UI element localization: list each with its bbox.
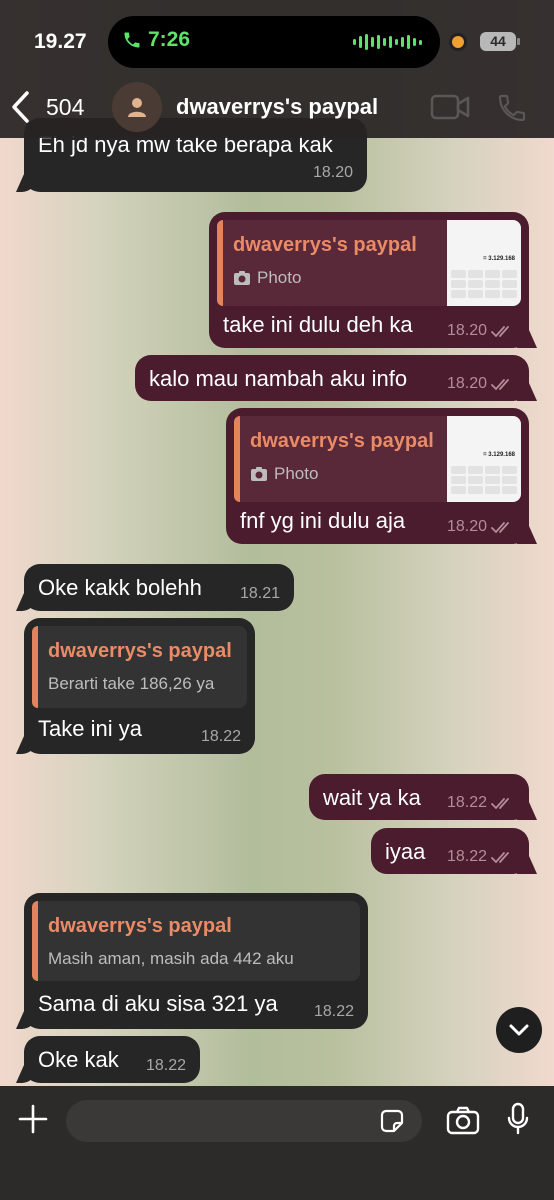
message-text: Sama di aku sisa 321 ya bbox=[38, 991, 278, 1016]
photo-thumbnail[interactable]: = 3.129.168 bbox=[447, 220, 521, 306]
read-ticks-icon bbox=[491, 326, 509, 338]
voice-call-icon[interactable] bbox=[496, 92, 528, 124]
message-bubble-outgoing[interactable]: kalo mau nambah aku info 18.20 bbox=[135, 355, 529, 401]
message-text: Oke kak bbox=[38, 1047, 119, 1072]
message-time: 18.22 bbox=[200, 728, 241, 745]
chevron-down-icon bbox=[509, 1024, 529, 1036]
unread-count: 504 bbox=[46, 93, 85, 120]
message-text: Take ini ya bbox=[38, 716, 142, 741]
message-time: 18.20 bbox=[447, 375, 515, 393]
message-bubble-incoming[interactable]: Oke kakk bolehh 18.21 bbox=[24, 564, 294, 611]
chevron-left-icon bbox=[12, 91, 29, 123]
microphone-icon[interactable] bbox=[506, 1102, 530, 1136]
photo-thumbnail[interactable]: = 3.129.168 bbox=[447, 416, 521, 502]
reply-quote[interactable]: dwaverrys's paypal Photo = 3.129.168 bbox=[217, 220, 521, 306]
mic-in-use-indicator bbox=[452, 36, 464, 48]
person-icon bbox=[128, 98, 146, 117]
quote-author: dwaverrys's paypal bbox=[48, 640, 232, 662]
quote-author: dwaverrys's paypal bbox=[250, 430, 434, 452]
reply-quote[interactable]: dwaverrys's paypal Photo = 3.129.168 bbox=[234, 416, 521, 502]
message-time: 18.20 bbox=[312, 164, 353, 181]
call-indicator[interactable]: 7:26 bbox=[122, 28, 190, 52]
audio-wave-icon bbox=[353, 34, 422, 50]
battery-indicator: 44 bbox=[480, 32, 520, 51]
message-text: iyaa bbox=[385, 839, 426, 864]
message-time: 18.22 bbox=[447, 794, 515, 812]
read-ticks-icon bbox=[491, 852, 509, 864]
message-bubble-outgoing[interactable]: dwaverrys's paypal Photo = 3.129.168 tak… bbox=[209, 212, 529, 348]
camera-icon[interactable] bbox=[446, 1105, 480, 1135]
quote-author: dwaverrys's paypal bbox=[48, 915, 232, 937]
message-composer bbox=[0, 1086, 554, 1200]
message-bubble-incoming[interactable]: dwaverrys's paypal Berarti take 186,26 y… bbox=[24, 618, 255, 754]
back-button[interactable]: 504 bbox=[10, 90, 84, 124]
chat-header: 19.27 7:26 44 504 dwaverrys's paypal bbox=[0, 0, 554, 138]
message-bubble-incoming[interactable]: Oke kak 18.22 bbox=[24, 1036, 200, 1083]
message-time: 18.22 bbox=[145, 1057, 186, 1074]
camera-icon bbox=[251, 467, 267, 481]
message-bubble-outgoing[interactable]: dwaverrys's paypal Photo = 3.129.168 fnf… bbox=[226, 408, 529, 544]
dynamic-island[interactable]: 7:26 bbox=[108, 16, 440, 68]
reply-quote[interactable]: dwaverrys's paypal Masih aman, masih ada… bbox=[32, 901, 360, 981]
reply-quote[interactable]: dwaverrys's paypal Berarti take 186,26 y… bbox=[32, 626, 247, 708]
call-duration: 7:26 bbox=[148, 28, 191, 51]
message-bubble-incoming[interactable]: dwaverrys's paypal Masih aman, masih ada… bbox=[24, 893, 368, 1029]
message-time: 18.22 bbox=[313, 1003, 354, 1020]
quote-preview: Berarti take 186,26 ya bbox=[48, 674, 215, 693]
camera-icon bbox=[234, 271, 250, 285]
message-text: Oke kakk bolehh bbox=[38, 575, 202, 600]
message-text: kalo mau nambah aku info bbox=[149, 366, 408, 391]
video-call-icon[interactable] bbox=[430, 92, 470, 122]
message-text: fnf yg ini dulu aja bbox=[240, 508, 406, 533]
read-ticks-icon bbox=[491, 522, 509, 534]
message-time: 18.20 bbox=[447, 518, 515, 536]
message-bubble-outgoing[interactable]: wait ya ka 18.22 bbox=[309, 774, 529, 820]
message-bubble-outgoing[interactable]: iyaa 18.22 bbox=[371, 828, 529, 874]
quote-preview: Photo bbox=[233, 268, 301, 288]
phone-call-icon bbox=[124, 32, 140, 48]
read-ticks-icon bbox=[491, 379, 509, 391]
quote-preview: Photo bbox=[250, 464, 318, 484]
quote-author: dwaverrys's paypal bbox=[233, 234, 417, 256]
sticker-icon[interactable] bbox=[378, 1107, 406, 1135]
status-time: 19.27 bbox=[34, 30, 87, 53]
message-time: 18.22 bbox=[447, 848, 515, 866]
message-text: wait ya ka bbox=[323, 785, 421, 810]
plus-icon[interactable] bbox=[18, 1104, 48, 1134]
chat-title[interactable]: dwaverrys's paypal bbox=[176, 94, 378, 120]
message-time: 18.20 bbox=[447, 322, 515, 340]
scroll-to-bottom-button[interactable] bbox=[496, 1007, 542, 1053]
read-ticks-icon bbox=[491, 798, 509, 810]
message-time: 18.21 bbox=[239, 585, 280, 602]
message-input[interactable] bbox=[66, 1100, 422, 1142]
quote-preview: Masih aman, masih ada 442 aku bbox=[48, 949, 294, 968]
message-text: take ini dulu deh ka bbox=[223, 312, 413, 337]
avatar[interactable] bbox=[112, 82, 162, 132]
